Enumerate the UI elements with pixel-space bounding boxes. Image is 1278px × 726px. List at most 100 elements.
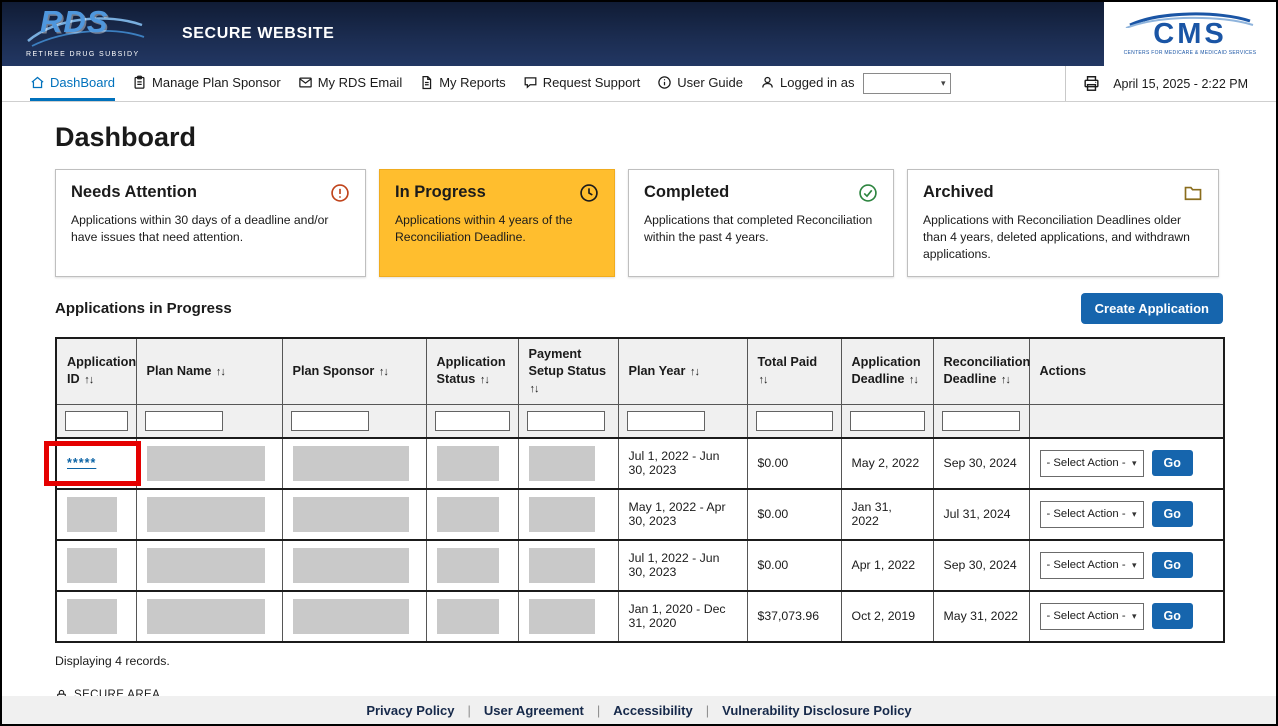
redacted-value: [529, 497, 595, 532]
go-button[interactable]: Go: [1152, 603, 1193, 629]
column-label: Plan Name: [147, 364, 212, 378]
top-header: RDS RETIREE DRUG SUBSIDY SECURE WEBSITE …: [2, 2, 1276, 66]
card-title: Completed: [644, 183, 729, 202]
main-content: Dashboard Needs Attention Applications w…: [2, 102, 1276, 696]
total-paid-cell: $37,073.96: [747, 591, 841, 642]
card-description: Applications within 4 years of the Recon…: [395, 212, 599, 246]
applications-table: Application ID ↑↓ Plan Name ↑↓ Plan Spon…: [55, 337, 1225, 643]
footer-link-privacy-policy[interactable]: Privacy Policy: [366, 703, 454, 718]
col-payment-setup-status[interactable]: Payment Setup Status ↑↓: [518, 338, 618, 404]
nav-user-guide[interactable]: User Guide: [657, 66, 743, 101]
col-plan-year[interactable]: Plan Year ↑↓: [618, 338, 747, 404]
table-header-row: Application ID ↑↓ Plan Name ↑↓ Plan Spon…: [56, 338, 1224, 404]
redacted-value: [529, 599, 595, 634]
nav-label: Request Support: [543, 75, 641, 90]
filter-plan-sponsor[interactable]: [291, 411, 369, 431]
redacted-value: [293, 599, 410, 634]
nav-label: DashBoard: [50, 75, 115, 90]
records-count: Displaying 4 records.: [55, 654, 1223, 668]
col-total-paid[interactable]: Total Paid ↑↓: [747, 338, 841, 404]
home-icon: [30, 75, 45, 90]
action-select-label: - Select Action -: [1047, 457, 1126, 469]
alert-circle-icon: [330, 183, 350, 203]
footer-link-user-agreement[interactable]: User Agreement: [484, 703, 584, 718]
card-in-progress[interactable]: In Progress Applications within 4 years …: [379, 169, 615, 277]
filter-total-paid[interactable]: [756, 411, 833, 431]
table-row: Jan 1, 2020 - Dec 31, 2020 $37,073.96 Oc…: [56, 591, 1224, 642]
action-select[interactable]: - Select Action - ▾: [1040, 501, 1144, 528]
nav-label: Logged in as: [780, 75, 854, 90]
action-select[interactable]: - Select Action - ▾: [1040, 450, 1144, 477]
application-deadline-cell: May 2, 2022: [841, 438, 933, 489]
column-label: Actions: [1040, 364, 1087, 378]
reconciliation-deadline-cell: Sep 30, 2024: [933, 438, 1029, 489]
table-section-header: Applications in Progress Create Applicat…: [55, 293, 1223, 324]
go-button[interactable]: Go: [1152, 552, 1193, 578]
card-title: In Progress: [395, 183, 486, 202]
card-needs-attention[interactable]: Needs Attention Applications within 30 d…: [55, 169, 366, 277]
table-row: Jul 1, 2022 - Jun 30, 2023 $0.00 Apr 1, …: [56, 540, 1224, 591]
card-archived[interactable]: Archived Applications with Reconciliatio…: [907, 169, 1219, 277]
footer-separator: |: [468, 703, 471, 718]
datetime-display: April 15, 2025 - 2:22 PM: [1113, 77, 1248, 91]
page-title: Dashboard: [55, 122, 1223, 153]
action-select[interactable]: - Select Action - ▾: [1040, 603, 1144, 630]
secure-area: SECURE AREA: [55, 688, 1223, 696]
footer-link-accessibility[interactable]: Accessibility: [613, 703, 693, 718]
go-button[interactable]: Go: [1152, 450, 1193, 476]
card-description: Applications that completed Reconciliati…: [644, 212, 878, 246]
nav-dashboard[interactable]: DashBoard: [30, 66, 115, 101]
filter-application-status[interactable]: [435, 411, 510, 431]
go-button[interactable]: Go: [1152, 501, 1193, 527]
col-application-id[interactable]: Application ID ↑↓: [56, 338, 136, 404]
printer-icon[interactable]: [1082, 74, 1101, 93]
redacted-value: [437, 599, 499, 634]
redacted-value: [293, 446, 410, 481]
filter-application-deadline[interactable]: [850, 411, 925, 431]
application-deadline-cell: Oct 2, 2019: [841, 591, 933, 642]
sort-icon: ↑↓: [480, 374, 489, 386]
nav-label: My RDS Email: [318, 75, 403, 90]
info-icon: [657, 75, 672, 90]
col-application-status[interactable]: Application Status ↑↓: [426, 338, 518, 404]
nav-manage-plan-sponsor[interactable]: Manage Plan Sponsor: [132, 66, 281, 101]
nav-my-rds-email[interactable]: My RDS Email: [298, 66, 403, 101]
action-select[interactable]: - Select Action - ▾: [1040, 552, 1144, 579]
card-completed[interactable]: Completed Applications that completed Re…: [628, 169, 894, 277]
sort-icon: ↑↓: [530, 383, 539, 395]
footer-separator: |: [597, 703, 600, 718]
col-plan-sponsor[interactable]: Plan Sponsor ↑↓: [282, 338, 426, 404]
lock-icon: [55, 688, 68, 696]
status-cards: Needs Attention Applications within 30 d…: [55, 169, 1223, 277]
col-plan-name[interactable]: Plan Name ↑↓: [136, 338, 282, 404]
filter-plan-year[interactable]: [627, 411, 705, 431]
redacted-value: [147, 446, 265, 481]
filter-plan-name[interactable]: [145, 411, 223, 431]
card-description: Applications within 30 days of a deadlin…: [71, 212, 350, 246]
nav-request-support[interactable]: Request Support: [523, 66, 641, 101]
chevron-down-icon: ▾: [1132, 611, 1137, 622]
logged-in-as-select[interactable]: ▾: [863, 73, 951, 94]
col-application-deadline[interactable]: Application Deadline ↑↓: [841, 338, 933, 404]
nav-logged-in-as[interactable]: Logged in as: [760, 66, 854, 101]
action-select-label: - Select Action -: [1047, 559, 1126, 571]
filter-application-id[interactable]: [65, 411, 128, 431]
plan-year-cell: May 1, 2022 - Apr 30, 2023: [618, 489, 747, 540]
nav-my-reports[interactable]: My Reports: [419, 66, 505, 101]
redacted-value: [529, 548, 595, 583]
plan-year-cell: Jul 1, 2022 - Jun 30, 2023: [618, 540, 747, 591]
footer-link-vulnerability-disclosure-policy[interactable]: Vulnerability Disclosure Policy: [722, 703, 912, 718]
filter-payment-setup-status[interactable]: [527, 411, 605, 431]
create-application-button[interactable]: Create Application: [1081, 293, 1223, 324]
filter-reconciliation-deadline[interactable]: [942, 411, 1020, 431]
clipboard-icon: [132, 75, 147, 90]
col-reconciliation-deadline[interactable]: Reconciliation Deadline ↑↓: [933, 338, 1029, 404]
nav-right-group: April 15, 2025 - 2:22 PM: [1065, 66, 1248, 101]
main-nav: DashBoard Manage Plan Sponsor My RDS Ema…: [2, 66, 1276, 102]
sort-icon: ↑↓: [216, 366, 225, 378]
table-filter-row: [56, 404, 1224, 438]
application-id-link[interactable]: *****: [67, 456, 96, 470]
redacted-value: [67, 599, 117, 634]
chevron-down-icon: ▾: [1132, 458, 1137, 469]
nav-label: User Guide: [677, 75, 743, 90]
